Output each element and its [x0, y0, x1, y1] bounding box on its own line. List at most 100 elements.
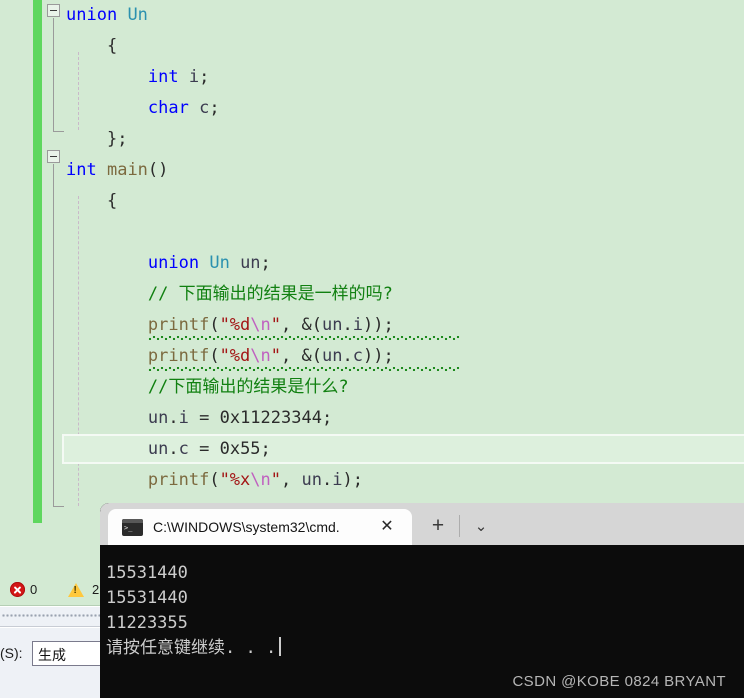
code-line[interactable]: un.c = 0x55; [66, 434, 744, 465]
code-token: un [301, 470, 322, 490]
warning-count-item[interactable]: 2 [68, 582, 99, 597]
code-token: printf [147, 346, 210, 366]
code-line[interactable]: // 下面输出的结果是一样的吗? [66, 279, 744, 310]
code-token: "%d [219, 315, 251, 335]
code-token: ( [209, 315, 220, 335]
code-token: = [188, 439, 220, 459]
code-token: \n [250, 346, 271, 366]
fold-toggle-main[interactable] [47, 150, 60, 163]
fold-toggle-union[interactable] [47, 4, 60, 17]
warning-triangle-icon [68, 582, 84, 597]
error-count-label: 0 [30, 582, 38, 597]
code-token: un [147, 408, 169, 428]
code-token: "%x [219, 470, 251, 490]
code-line[interactable]: int i; [66, 62, 744, 93]
fold-margin[interactable] [46, 0, 66, 578]
code-line[interactable] [66, 217, 744, 248]
watermark: CSDN @KOBE 0824 BRYANT [512, 673, 726, 690]
code-token: &( [301, 346, 322, 366]
code-token: = [188, 408, 220, 428]
code-token: , [281, 315, 302, 335]
code-token: i [332, 470, 343, 490]
code-token: un [147, 439, 169, 459]
code-token: \n [250, 315, 271, 335]
code-token: ; [321, 408, 333, 428]
output-source-select[interactable]: 生成 [32, 641, 108, 666]
terminal-titlebar[interactable]: C:\WINDOWS\system32\cmd. ✕ + ⌄ [100, 503, 744, 545]
fold-bracket-union [53, 18, 54, 132]
code-token: ; [260, 439, 271, 459]
code-token: , [281, 470, 302, 490]
code-line[interactable]: union Un un; [66, 248, 744, 279]
code-token: c [199, 98, 210, 118]
fold-bracket-main [53, 164, 54, 507]
code-token: int [66, 160, 97, 180]
terminal-window[interactable]: C:\WINDOWS\system32\cmd. ✕ + ⌄ 15531440 1… [100, 503, 744, 698]
code-line[interactable]: un.i = 0x11223344; [66, 403, 744, 434]
code-line[interactable]: //下面输出的结果是什么? [66, 372, 744, 403]
error-squiggle [147, 336, 460, 340]
code-line[interactable]: int main() [66, 155, 744, 186]
terminal-prompt-line: 请按任意键继续. . . [106, 636, 744, 661]
code-token: char [147, 98, 189, 118]
code-token: " [270, 315, 282, 335]
code-token: union [66, 5, 118, 25]
code-token: " [270, 470, 282, 490]
output-source-label: (S): [0, 645, 23, 661]
code-line[interactable]: }; [66, 124, 744, 155]
code-line[interactable]: printf("%x\n", un.i); [66, 465, 744, 496]
code-token: // 下面输出的结果是一样的吗? [147, 284, 393, 304]
code-token: }; [106, 129, 128, 149]
code-token: . [342, 315, 353, 335]
code-token: ; [209, 98, 220, 118]
code-line[interactable]: { [66, 31, 744, 62]
error-count-item[interactable]: 0 [10, 582, 37, 597]
terminal-output-line: 11223355 [106, 613, 188, 633]
code-token: ( [209, 470, 220, 490]
code-token: )); [362, 346, 394, 366]
code-token: ( [209, 346, 220, 366]
terminal-prompt-text: 请按任意键继续. . . [106, 638, 277, 658]
code-token: . [321, 470, 333, 490]
close-icon[interactable]: ✕ [378, 518, 396, 536]
code-lines[interactable]: union Un { int i; char c; }; int main() {… [66, 0, 744, 578]
terminal-tab-title: C:\WINDOWS\system32\cmd. [153, 519, 340, 535]
toolbar-divider [459, 515, 460, 537]
code-line[interactable]: char c; [66, 93, 744, 124]
code-token: ; [260, 253, 271, 273]
screenshot-root: union Un { int i; char c; }; int main() {… [0, 0, 744, 698]
code-line[interactable]: printf("%d\n", &(un.i)); [66, 310, 744, 341]
code-token: Un [209, 253, 230, 273]
code-token: "%d [219, 346, 251, 366]
fold-bracket-union-foot [53, 131, 64, 132]
terminal-tab[interactable]: C:\WINDOWS\system32\cmd. ✕ [108, 509, 412, 545]
code-line[interactable]: { [66, 186, 744, 217]
terminal-output-line: 15531440 [106, 563, 188, 583]
code-token: i [178, 408, 189, 428]
code-editor[interactable]: union Un { int i; char c; }; int main() {… [0, 0, 744, 578]
code-token: Un [127, 5, 148, 25]
code-line[interactable]: printf("%d\n", &(un.c)); [66, 341, 744, 372]
code-token: main [106, 160, 148, 180]
code-token: 0x55 [219, 439, 261, 459]
code-token: un [321, 315, 343, 335]
code-token: c [352, 346, 363, 366]
code-line[interactable]: union Un [66, 0, 744, 31]
code-token: &( [301, 315, 322, 335]
chevron-down-icon[interactable]: ⌄ [470, 516, 492, 538]
code-token: printf [147, 470, 210, 490]
plus-icon[interactable]: + [426, 515, 450, 539]
terminal-output-line: 15531440 [106, 588, 188, 608]
